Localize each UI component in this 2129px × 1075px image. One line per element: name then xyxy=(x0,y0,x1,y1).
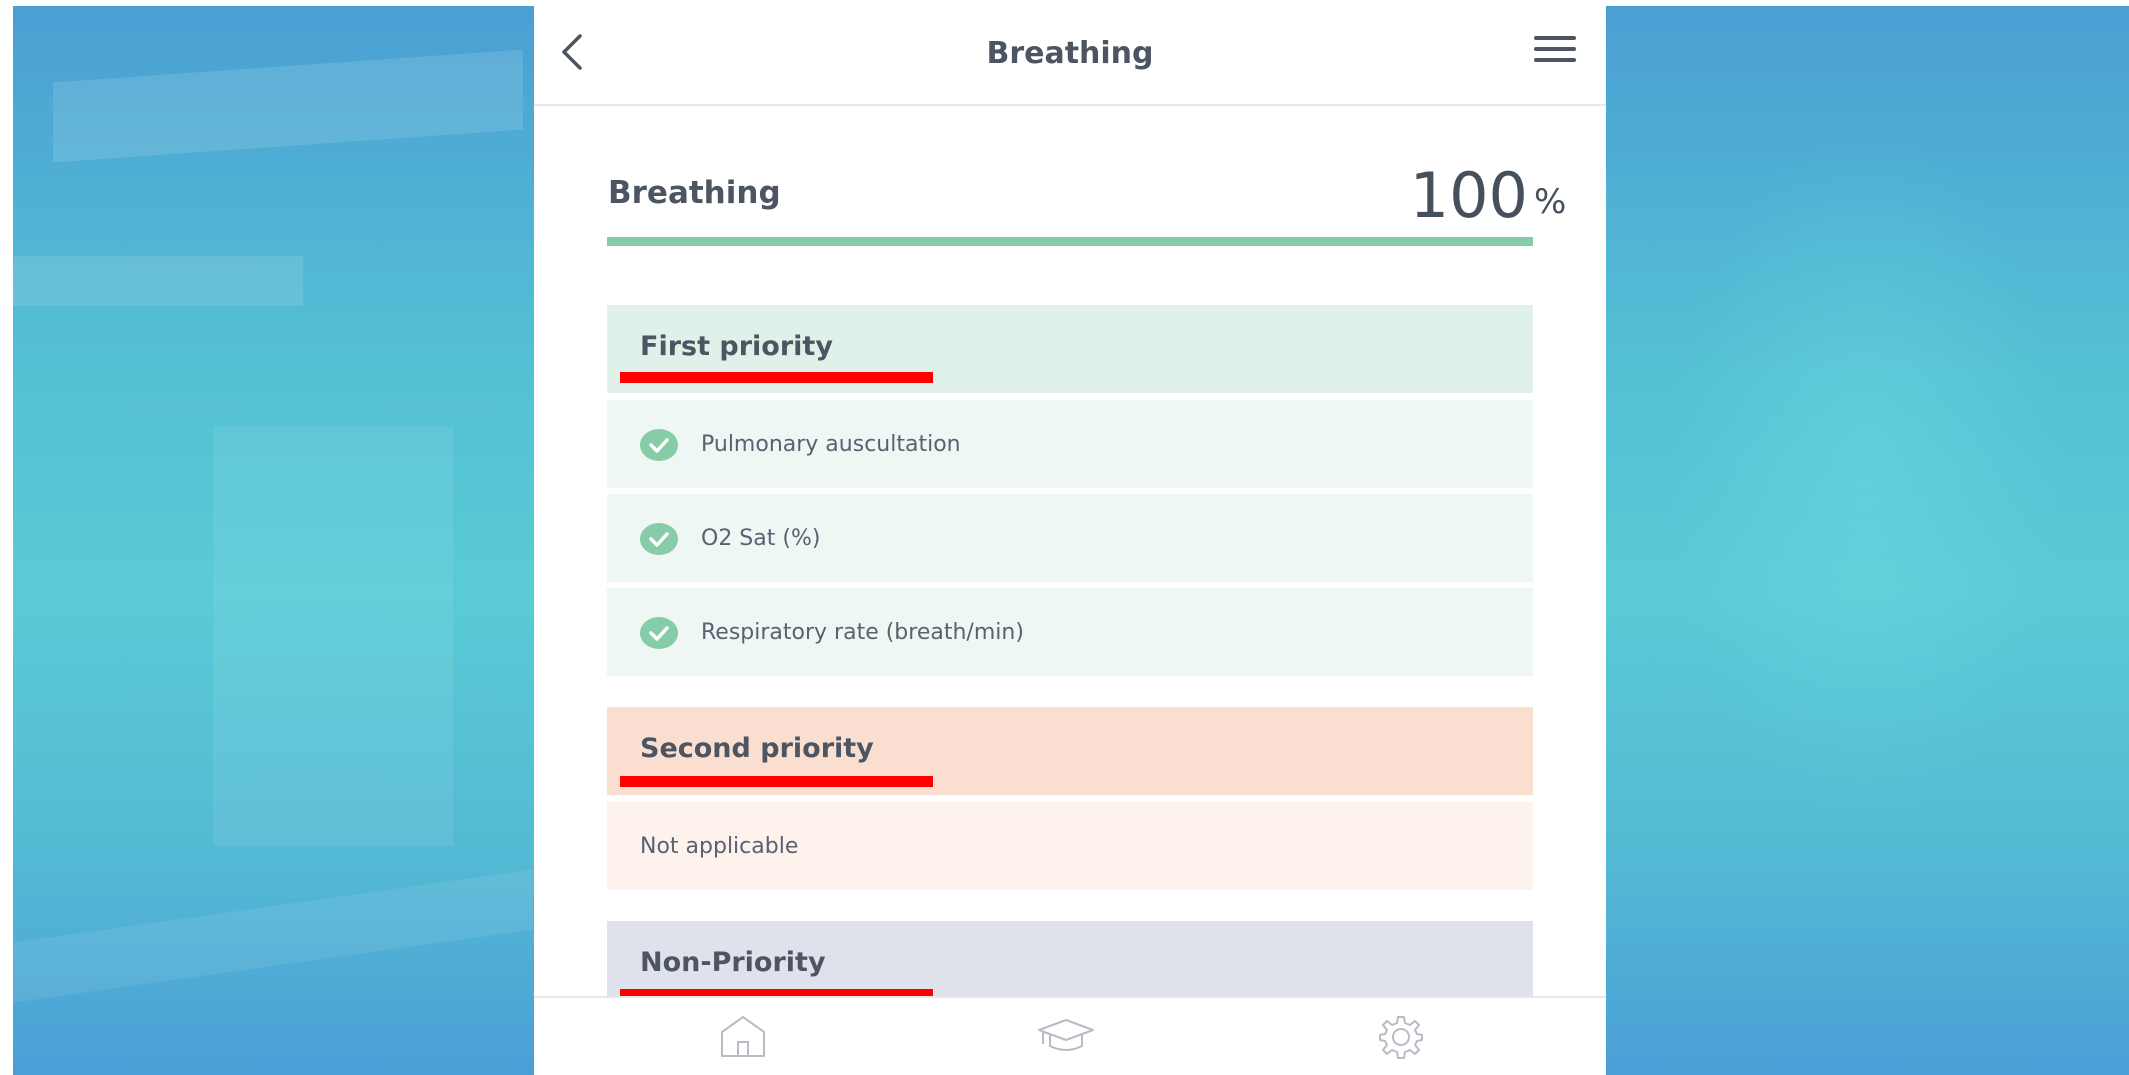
check-circle-icon xyxy=(640,429,678,461)
bottom-nav-bar xyxy=(534,996,1606,1075)
progress-bar xyxy=(607,237,1533,246)
graduation-cap-icon xyxy=(1038,1019,1094,1051)
annotation-underline xyxy=(620,776,933,787)
summary-percent-unit: % xyxy=(1534,182,1567,222)
list-item-label: Respiratory rate (breath/min) xyxy=(701,620,1024,645)
page-title: Breathing xyxy=(986,36,1154,71)
section-title: Second priority xyxy=(640,733,874,764)
list-item-label: Pulmonary auscultation xyxy=(701,432,961,457)
empty-state-text: Not applicable xyxy=(640,834,799,859)
annotation-underline xyxy=(620,372,933,383)
settings-gear-icon xyxy=(1379,1016,1423,1059)
section-title: Non-Priority xyxy=(640,947,826,978)
progress-bar-fill xyxy=(607,237,1533,246)
list-item[interactable]: Respiratory rate (breath/min) xyxy=(607,588,1533,676)
check-circle-icon xyxy=(640,523,678,555)
check-circle-icon xyxy=(640,617,678,649)
background-photo-left xyxy=(13,6,534,1075)
summary-percent-value: 100 xyxy=(1409,159,1528,232)
background-photo-right xyxy=(1606,6,2129,1075)
list-item[interactable]: O2 Sat (%) xyxy=(607,494,1533,582)
app-screen: Breathing Breathing 100 % First priority… xyxy=(534,0,1606,1075)
section-title: First priority xyxy=(640,331,833,362)
list-item[interactable]: Pulmonary auscultation xyxy=(607,400,1533,488)
home-icon xyxy=(721,1016,765,1057)
top-bar: Breathing xyxy=(534,0,1606,106)
menu-button[interactable] xyxy=(1530,30,1580,70)
nav-settings-button[interactable] xyxy=(1372,1012,1430,1062)
summary-label: Breathing xyxy=(608,175,781,211)
nav-learning-button[interactable] xyxy=(1037,1012,1095,1062)
nav-home-button[interactable] xyxy=(714,1012,772,1062)
list-item-empty: Not applicable xyxy=(607,802,1533,890)
list-item-label: O2 Sat (%) xyxy=(701,526,821,551)
hamburger-menu-icon xyxy=(1534,36,1576,62)
